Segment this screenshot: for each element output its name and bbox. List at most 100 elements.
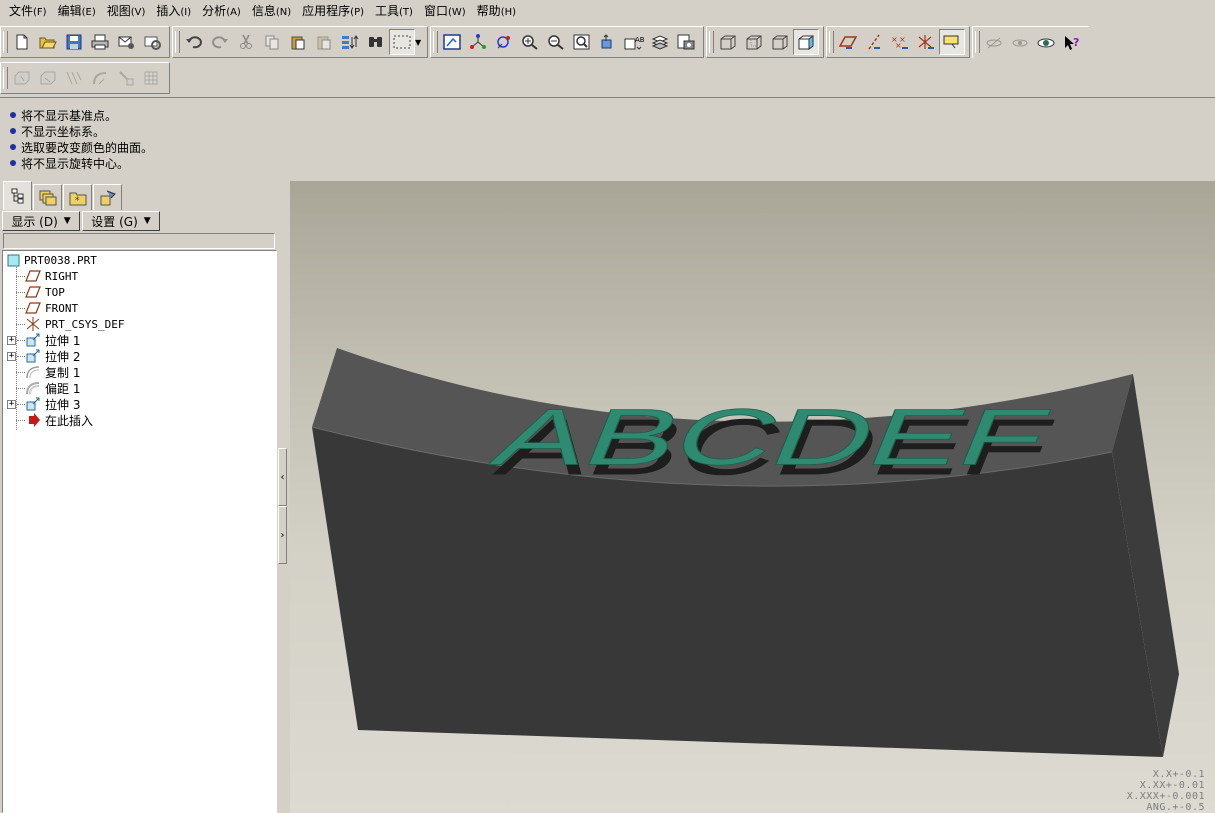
reorient-icon[interactable] [595,29,621,55]
datum-plane-icon [25,286,41,298]
open-folder-icon[interactable] [35,29,61,55]
message-text: 将不显示旋转中心。 [21,156,130,171]
tolerance-line: X.X+-0.1 [1152,769,1205,780]
message-area: 将不显示基准点。 不显示坐标系。 选取要改变颜色的曲面。 将不显示旋转中心。 [0,97,1215,181]
send-mail-icon[interactable] [113,29,139,55]
feature-tool-2-icon[interactable] [35,65,61,91]
extrude-icon [26,349,40,363]
datum-plane-icon [25,270,41,282]
menu-file[interactable]: 文件(F) [4,0,52,25]
tree-item-insert-here[interactable]: 在此插入 [3,412,276,428]
model-tree-icon [11,188,23,204]
expand-plus-icon[interactable]: + [7,336,16,345]
datum-plane-icon [25,302,41,314]
new-file-icon[interactable] [9,29,35,55]
menu-applications[interactable]: 应用程序(P) [297,0,369,25]
tree-item-extrude-3[interactable]: + 拉伸 3 [3,396,276,412]
tree-item-offset-1[interactable]: 偏距 1 [3,380,276,396]
model-tree-tab[interactable] [3,181,32,210]
csys-toggle-icon[interactable] [913,29,939,55]
menu-analysis[interactable]: 分析(A) [197,0,246,25]
tree-item-extrude-2[interactable]: + 拉伸 2 [3,348,276,364]
menu-info[interactable]: 信息(N) [247,0,296,25]
menu-edit[interactable]: 编辑(E) [53,0,101,25]
refit-icon[interactable] [569,29,595,55]
view-manager-icon[interactable] [673,29,699,55]
folder-browser-icon: * [69,192,86,206]
menu-tools[interactable]: 工具(T) [370,0,418,25]
display-style-toolbar [706,26,824,58]
zoom-out-icon[interactable] [543,29,569,55]
tree-item-extrude-1[interactable]: + 拉伸 1 [3,332,276,348]
cut-icon[interactable] [233,29,259,55]
tree-root[interactable]: PRT0038.PRT [3,252,276,268]
menu-view[interactable]: 视图(V) [102,0,151,25]
panel-splitter[interactable]: ‹ › [278,181,290,813]
tree-item-label: FRONT [45,301,79,315]
context-help-icon[interactable]: ? [1059,30,1085,56]
zoom-in-icon[interactable] [517,29,543,55]
folder-browser-tab[interactable]: * [63,184,92,210]
feature-tool-3-icon[interactable] [61,65,87,91]
no-hidden-icon[interactable] [767,29,793,55]
tolerance-line: X.XXX+-0.001 [1126,791,1205,802]
annotation-toggle-icon[interactable] [939,29,965,55]
svg-text:*: * [75,196,80,206]
settings-menu-button[interactable]: 设置 (G) ▼ [82,211,160,231]
svg-text:×: × [895,41,902,50]
selection-box-icon[interactable] [389,29,415,55]
spin-center-icon[interactable] [465,29,491,55]
copy-icon[interactable] [259,29,285,55]
tree-item-copy-1[interactable]: 复制 1 [3,364,276,380]
tree-item-label: 拉伸 2 [45,349,81,364]
layers-tab[interactable] [33,184,62,210]
paste-icon[interactable] [285,29,311,55]
hidden-line-icon[interactable] [741,29,767,55]
undo-icon[interactable] [181,29,207,55]
tree-item-right[interactable]: RIGHT [3,268,276,284]
feature-tool-5-icon[interactable] [113,65,139,91]
help-toolbar: ? [972,26,1089,58]
datum-axes-toggle-icon[interactable] [861,29,887,55]
feature-tool-1-icon[interactable] [9,65,35,91]
feature-tool-6-icon[interactable] [139,65,165,91]
tree-item-front[interactable]: FRONT [3,300,276,316]
save-icon[interactable] [61,29,87,55]
tree-item-top[interactable]: TOP [3,284,276,300]
expand-plus-icon[interactable]: + [7,400,16,409]
shading-icon[interactable] [793,29,819,55]
hide-icon[interactable] [981,30,1007,56]
bullet-icon [10,160,16,166]
graphics-viewport[interactable]: ABCDEF ABCDEF X.X+-0.1 X.XX+-0.01 X.XXX+… [290,181,1215,813]
feature-tool-4-icon[interactable] [87,65,113,91]
wireframe-icon[interactable] [715,29,741,55]
collapse-left-icon[interactable]: ‹ [278,448,287,506]
menu-window[interactable]: 窗口(W) [419,0,471,25]
menu-insert[interactable]: 插入(I) [151,0,196,25]
favorites-tab[interactable] [93,184,122,210]
model-3d-view[interactable]: ABCDEF ABCDEF [290,181,1215,813]
find-icon[interactable] [363,29,389,55]
layers-icon [39,190,56,205]
show-menu-button[interactable]: 显示 (D) ▼ [2,211,80,231]
redo-icon[interactable] [207,29,233,55]
expand-right-icon[interactable]: › [278,506,287,564]
datum-planes-toggle-icon[interactable] [835,29,861,55]
repaint-icon[interactable] [439,29,465,55]
expand-plus-icon[interactable]: + [7,352,16,361]
tree-item-csys[interactable]: PRT_CSYS_DEF [3,316,276,332]
saved-views-icon[interactable]: AB [621,29,647,55]
unhide-icon[interactable] [1007,30,1033,56]
orient-mode-icon[interactable] [491,29,517,55]
selection-dropdown-caret[interactable]: ▼ [415,29,423,55]
paste-special-icon[interactable] [311,29,337,55]
layers-toolbar-icon[interactable] [647,29,673,55]
tree-column-header[interactable] [3,233,275,249]
regenerate-icon[interactable] [337,29,363,55]
tree-item-label: PRT_CSYS_DEF [45,317,125,331]
print-icon[interactable] [87,29,113,55]
datum-points-toggle-icon[interactable]: × × × [887,29,913,55]
send-link-icon[interactable] [139,29,165,55]
eye-icon[interactable] [1033,30,1059,56]
menu-help[interactable]: 帮助(H) [472,0,521,25]
